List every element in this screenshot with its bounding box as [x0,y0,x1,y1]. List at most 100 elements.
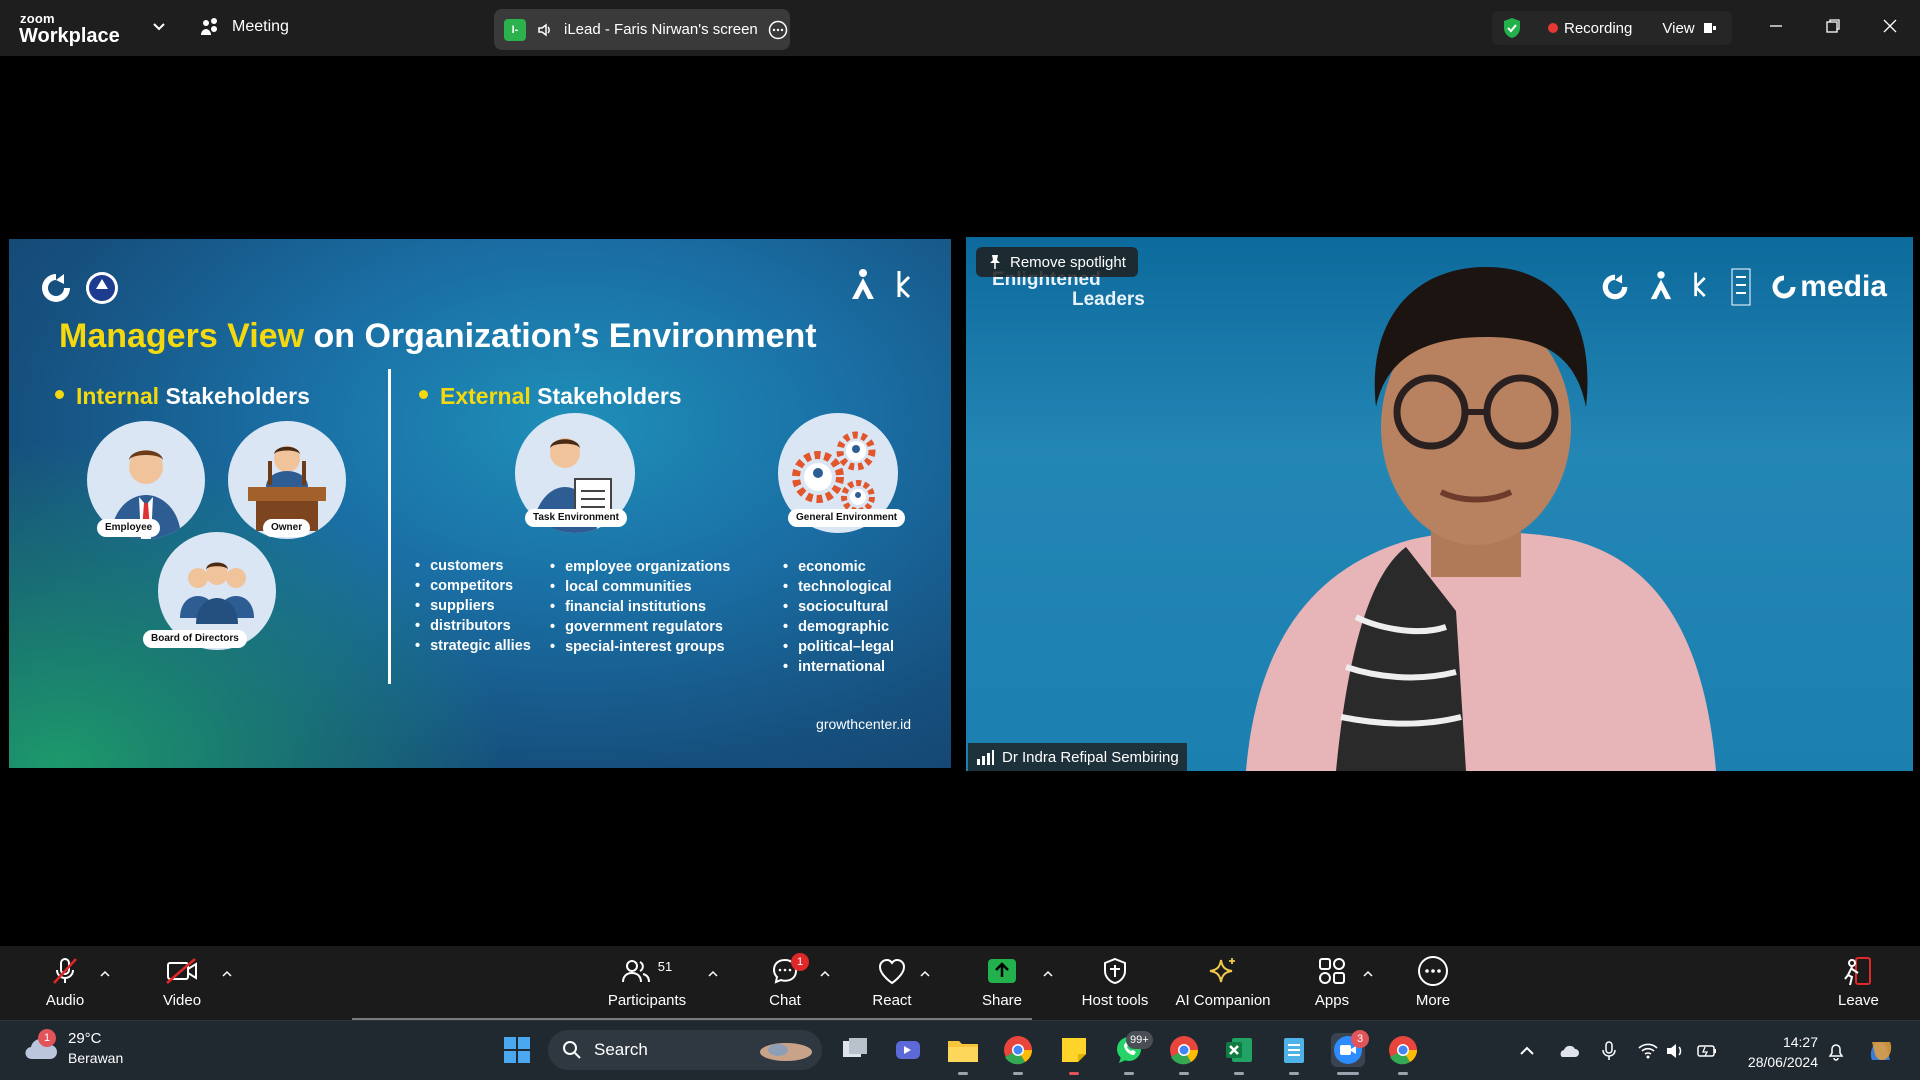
start-button[interactable] [500,1033,534,1067]
apps-label: Apps [1314,992,1350,1009]
video-button[interactable]: Video [161,956,203,1009]
file-explorer-app[interactable] [946,1033,980,1075]
excel-app[interactable] [1222,1033,1256,1075]
react-button[interactable]: React [871,956,913,1009]
chevron-up-icon[interactable] [1362,968,1374,980]
more-options-icon[interactable] [768,20,788,40]
general-list: economic technological sociocultural dem… [783,557,894,677]
meeting-label: Meeting [232,18,289,35]
media-logo-text: media [1800,270,1887,303]
participants-button[interactable]: 51 Participants [606,956,688,1010]
meeting-icon [201,18,217,35]
chevron-up-icon[interactable] [1516,1040,1538,1062]
apps-button[interactable]: Apps [1313,956,1351,1009]
more-label: More [1415,992,1451,1009]
weather-badge: 1 [38,1029,56,1047]
system-clock[interactable]: 14:27 28/06/2024 [1738,1032,1818,1072]
view-layout-icon[interactable] [1703,21,1717,35]
minimize-icon[interactable] [1764,14,1788,38]
chevron-up-icon[interactable] [707,968,719,980]
ai-companion-label: AI Companion [1175,992,1271,1009]
chat-badge: 1 [791,953,809,971]
task-view-app[interactable] [838,1033,872,1067]
participant-name: Dr Indra Refipal Sembiring [1002,748,1179,766]
general-environment-label: General Environment [788,509,906,527]
owner-label: Owner [263,519,311,537]
onedrive-cloud-icon[interactable] [1557,1040,1579,1062]
wifi-icon[interactable] [1637,1040,1659,1062]
host-tools-button[interactable]: Host tools [1080,956,1150,1009]
list-item: suppliers [415,596,531,616]
notification-bell-icon[interactable] [1825,1040,1847,1062]
list-item: international [783,657,894,677]
zoom-logo-workplace[interactable]: Workplace [19,25,120,48]
list-item: distributors [415,616,531,636]
recording-status[interactable]: Recording View [1492,11,1732,45]
chevron-up-icon[interactable] [819,968,831,980]
weather-condition: Berawan [68,1050,124,1066]
participants-count: 51 [657,958,673,974]
list-item: demographic [783,617,894,637]
notepad-icon [1284,1038,1304,1063]
chevron-up-icon[interactable] [1042,968,1054,980]
shield-check-icon[interactable] [1502,17,1522,39]
slide-title-rest: on Organization’s Environment [304,317,817,355]
media-logo-icon [1772,275,1796,299]
share-screen-icon [988,959,1016,983]
sticky-notes-icon [1062,1038,1086,1062]
zoom-logo-small: zoom [20,11,55,26]
remove-spotlight-button[interactable]: Remove spotlight [976,247,1138,277]
speaker-icon [538,23,550,36]
list-item: technological [783,577,894,597]
clock-time: 14:27 [1782,1034,1818,1050]
leave-label: Leave [1838,992,1879,1009]
list-item: sociocultural [783,597,894,617]
meeting-toolbar: Audio Video 51 Participants Chat 1 React… [0,946,1920,1020]
leave-button[interactable]: Leave [1838,956,1879,1009]
speaker-figure [1246,267,1716,771]
volume-icon[interactable] [1664,1040,1686,1062]
list-item: customers [415,556,531,576]
event-badge-logo [1731,268,1751,306]
bg-text-line-2: Leaders [1072,289,1145,310]
chrome-app-3[interactable] [1386,1033,1420,1075]
employee-label: Employee [97,519,161,537]
view-button[interactable]: View [1662,20,1694,37]
muted-microphone-icon [53,958,77,984]
chevron-up-icon[interactable] [99,968,111,980]
microphone-icon[interactable] [1598,1040,1620,1062]
chevron-up-icon[interactable] [919,968,931,980]
share-label: Share [981,992,1023,1009]
chevron-down-icon[interactable] [151,18,167,34]
battery-icon[interactable] [1696,1040,1718,1062]
chevron-up-icon[interactable] [221,968,233,980]
ai-companion-button[interactable]: AI Companion [1174,956,1272,1009]
ilead-app-icon: I- [504,18,526,41]
video-call-icon [896,1041,920,1059]
list-item: local communities [550,577,730,597]
university-seal-logo [86,272,118,304]
meeting-menu[interactable]: Meeting [200,17,289,37]
chrome-app-2[interactable] [1167,1033,1201,1075]
audio-button[interactable]: Audio [42,956,88,1009]
chrome-app-1[interactable] [1001,1033,1035,1075]
close-icon[interactable] [1878,14,1902,38]
shared-screen-slide: Managers View on Organization’s Environm… [9,239,951,768]
zoom-badge: 3 [1351,1030,1369,1048]
task-list-2: employee organizations local communities… [550,557,730,657]
notepad-app[interactable] [1277,1033,1311,1075]
meet-app[interactable] [891,1033,925,1067]
sticky-notes-app[interactable] [1057,1033,1091,1075]
spotlight-video[interactable]: Enlightened Leaders media Remove spotlig… [966,237,1913,771]
copilot-icon[interactable] [1866,1036,1896,1066]
taskbar-search[interactable]: Search [548,1030,822,1070]
external-stakeholders-heading: External Stakeholders [419,383,682,410]
screen-share-indicator[interactable]: I- iLead - Faris Nirwan's screen [494,9,790,50]
share-button[interactable]: Share [980,956,1024,1009]
chrome-icon [1389,1036,1417,1065]
recording-label: Recording [1564,19,1633,37]
internal-stakeholders-heading: Internal Stakeholders [55,383,310,410]
pin-icon [990,255,1000,269]
more-button[interactable]: More [1413,956,1453,1009]
restore-icon[interactable] [1821,14,1845,38]
